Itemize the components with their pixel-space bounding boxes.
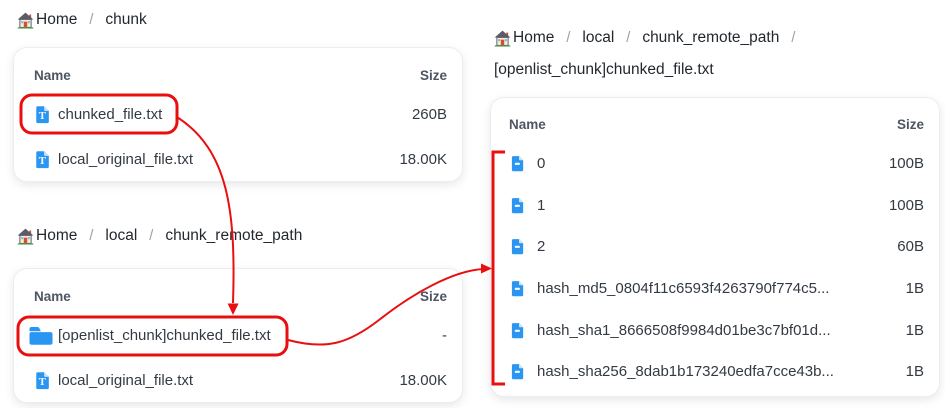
file-row-chunked-file[interactable]: chunked_file.txt 260B — [28, 92, 447, 137]
file-row-hash-sha1[interactable]: hash_sha1_8666508f9984d01be3c7bf01d... 1… — [509, 309, 924, 351]
column-header-size: Size — [419, 67, 447, 83]
breadcrumb-chunk: Home / chunk — [17, 11, 147, 29]
file-size: 1B — [905, 321, 924, 339]
file-row-openlist-chunk-folder[interactable]: [openlist_chunk]chunked_file.txt - — [28, 313, 447, 358]
file-icon — [509, 280, 526, 297]
breadcrumb-current-chunk: chunk — [105, 11, 147, 28]
breadcrumb-separator: / — [89, 228, 94, 244]
column-header-name: Name — [509, 116, 546, 132]
breadcrumb-separator: / — [89, 12, 94, 28]
text-file-icon — [33, 371, 52, 390]
column-header-name: Name — [34, 288, 71, 304]
file-name: local_original_file.txt — [58, 372, 194, 389]
breadcrumb-home-link[interactable]: Home — [36, 227, 77, 245]
file-name: [openlist_chunk]chunked_file.txt — [58, 327, 271, 344]
breadcrumb-separator: / — [626, 30, 631, 46]
file-size: 18.00K — [399, 372, 447, 389]
file-size: 260B — [411, 106, 447, 123]
file-name: chunked_file.txt — [58, 106, 163, 123]
breadcrumb-local-link[interactable]: local — [105, 227, 137, 245]
column-header-name: Name — [34, 67, 71, 83]
home-icon — [17, 228, 34, 245]
text-file-icon — [33, 105, 52, 124]
home-icon — [17, 12, 34, 29]
breadcrumb-local-link[interactable]: local — [582, 29, 614, 47]
file-row-local-original[interactable]: local_original_file.txt 18.00K — [28, 137, 447, 182]
file-size: 1B — [905, 363, 924, 381]
breadcrumb-current-openlist-chunk-folder: [openlist_chunk]chunked_file.txt — [494, 61, 714, 78]
file-row-chunk-2[interactable]: 2 60B — [509, 226, 924, 268]
breadcrumb-home-link[interactable]: Home — [513, 29, 554, 47]
file-size: 18.00K — [399, 151, 447, 168]
breadcrumb-chunk-remote-path: Home / local / chunk_remote_path — [17, 227, 302, 245]
file-row-hash-md5[interactable]: hash_md5_0804f11c6593f4263790f774c5... 1… — [509, 268, 924, 310]
home-icon — [494, 30, 511, 47]
file-size: 100B — [888, 155, 924, 173]
file-row-chunk-0[interactable]: 0 100B — [509, 143, 924, 185]
file-name: 1 — [537, 196, 546, 214]
file-icon — [509, 197, 526, 214]
file-name: 0 — [537, 155, 546, 173]
file-icon — [509, 363, 526, 380]
breadcrumb-home-link[interactable]: Home — [36, 11, 77, 29]
file-icon — [509, 238, 526, 255]
file-list-panel-chunk: Name Size chunked_file.txt 260B local_or… — [13, 47, 463, 182]
breadcrumb-chunk-remote-path-link[interactable]: chunk_remote_path — [642, 29, 779, 47]
breadcrumb-separator: / — [566, 30, 571, 46]
folder-icon — [28, 325, 54, 346]
file-name: hash_sha256_8dab1b173240edfa7cce43b... — [537, 363, 834, 381]
breadcrumb-current-chunk-remote-path: chunk_remote_path — [165, 227, 303, 244]
text-file-icon — [33, 150, 52, 169]
column-header-size: Size — [419, 288, 447, 304]
file-row-local-original[interactable]: local_original_file.txt 18.00K — [28, 358, 447, 403]
file-list-panel-chunk-remote-path: Name Size [openlist_chunk]chunked_file.t… — [13, 268, 463, 403]
file-name: 2 — [537, 238, 546, 256]
file-icon — [509, 155, 526, 172]
file-name: local_original_file.txt — [58, 151, 194, 168]
file-list-panel-chunk-folder-contents: Name Size 0 100B 1 100B 2 60B hash_md5_0… — [490, 97, 940, 397]
breadcrumb-chunk-folder: Home / local / chunk_remote_path / — [494, 29, 795, 47]
file-row-hash-sha256[interactable]: hash_sha256_8dab1b173240edfa7cce43b... 1… — [509, 351, 924, 393]
file-size: 60B — [897, 238, 924, 256]
file-name: hash_md5_0804f11c6593f4263790f774c5... — [537, 280, 830, 298]
breadcrumb-separator: / — [149, 228, 154, 244]
file-row-chunk-1[interactable]: 1 100B — [509, 185, 924, 227]
file-size: 100B — [888, 196, 924, 214]
file-size: 1B — [905, 280, 924, 298]
breadcrumb-separator: / — [791, 30, 796, 46]
column-header-size: Size — [896, 116, 924, 132]
file-icon — [509, 322, 526, 339]
file-size: - — [442, 327, 447, 344]
file-name: hash_sha1_8666508f9984d01be3c7bf01d... — [537, 321, 831, 339]
